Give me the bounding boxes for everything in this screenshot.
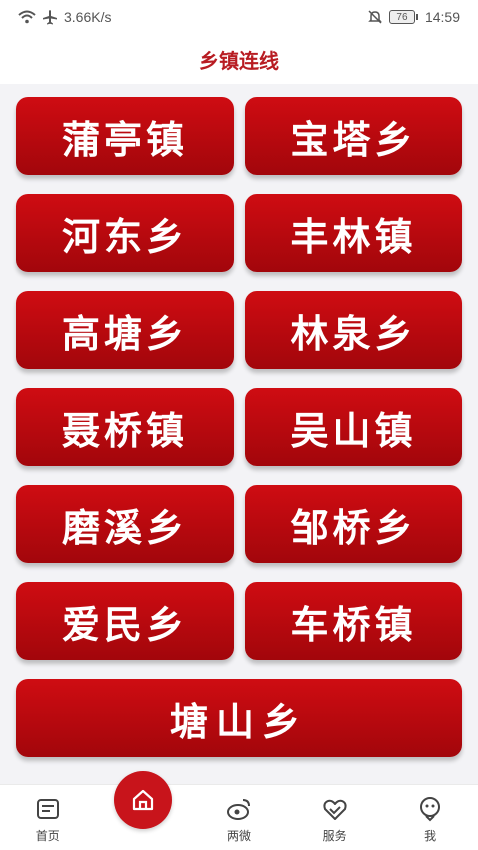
- tab-me[interactable]: 我: [382, 785, 478, 850]
- town-button[interactable]: 邹桥乡: [245, 485, 462, 563]
- town-button[interactable]: 车桥镇: [245, 582, 462, 660]
- tab-home-label: 首页: [35, 829, 60, 843]
- weibo-icon: [226, 799, 250, 820]
- town-button[interactable]: 塘山乡: [16, 679, 462, 757]
- tab-me-label: 我: [424, 829, 437, 843]
- tab-center[interactable]: [96, 771, 192, 850]
- tab-weibo[interactable]: 两微: [191, 785, 287, 850]
- user-face-icon: [420, 797, 441, 822]
- bottom-tab-bar: 首页 两微 服务 我: [0, 771, 478, 850]
- clock: 14:59: [424, 9, 460, 25]
- town-button[interactable]: 吴山镇: [245, 388, 462, 466]
- wifi-icon: [18, 10, 36, 24]
- tab-service[interactable]: 服务: [287, 785, 383, 850]
- news-icon: [36, 799, 59, 819]
- handshake-icon: [323, 799, 347, 820]
- center-home-button[interactable]: [114, 771, 173, 829]
- town-button[interactable]: 爱民乡: [16, 582, 234, 660]
- house-icon: [133, 789, 154, 811]
- network-speed: 3.66K/s: [64, 9, 112, 25]
- town-button[interactable]: 高塘乡: [16, 291, 234, 369]
- town-button[interactable]: 宝塔乡: [245, 97, 462, 175]
- airplane-icon: [43, 10, 57, 25]
- page-title: 乡镇连线: [199, 48, 279, 73]
- bell-muted-icon: [368, 10, 382, 24]
- tab-home[interactable]: 首页: [0, 785, 96, 850]
- town-button[interactable]: 磨溪乡: [16, 485, 234, 563]
- battery-icon: 76: [388, 10, 418, 24]
- header: 乡镇连线: [0, 34, 478, 84]
- town-button[interactable]: 河东乡: [16, 194, 234, 272]
- town-button[interactable]: 林泉乡: [245, 291, 462, 369]
- status-bar: 3.66K/s 76 14:59: [0, 0, 478, 34]
- town-button[interactable]: 蒲亭镇: [16, 97, 234, 175]
- tab-weibo-label: 两微: [226, 829, 251, 843]
- town-button[interactable]: 聂桥镇: [16, 388, 234, 466]
- town-button[interactable]: 丰林镇: [245, 194, 462, 272]
- tab-service-label: 服务: [322, 829, 347, 843]
- town-grid: 蒲亭镇 宝塔乡 河东乡 丰林镇 高塘乡 林泉乡 聂桥镇 吴山镇 磨溪乡 邹桥乡 …: [0, 84, 478, 784]
